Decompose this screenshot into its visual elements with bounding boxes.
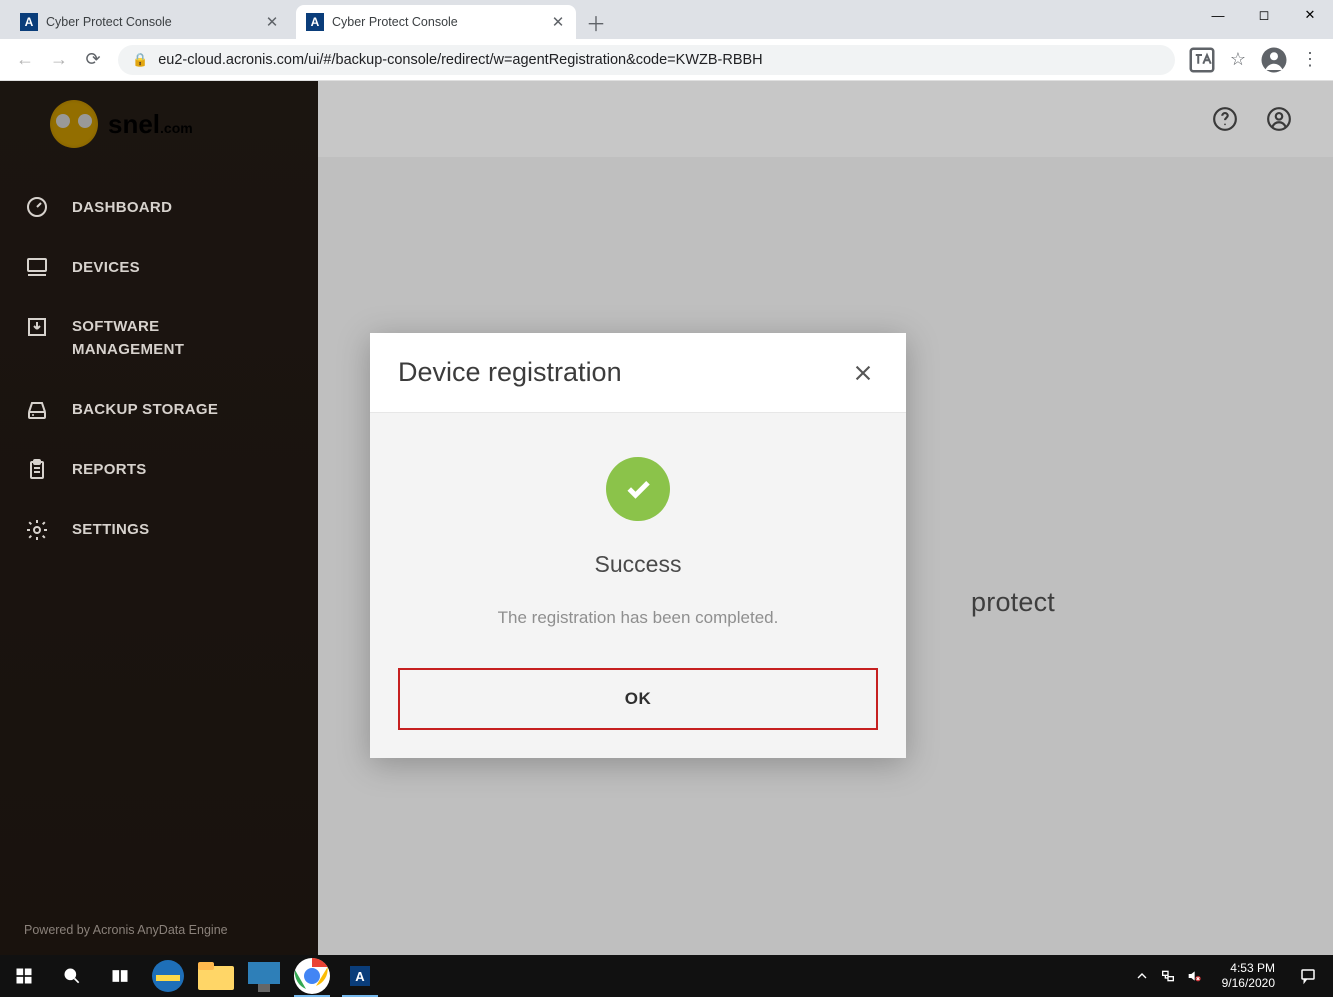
clipboard-icon [24,458,50,482]
taskbar-search-button[interactable] [48,955,96,997]
modal-status-title: Success [398,551,878,578]
success-check-icon [606,457,670,521]
windows-taskbar: A 4:53 PM 9/16/2020 [0,955,1333,997]
modal-body: Success The registration has been comple… [370,413,906,758]
modal-close-button[interactable] [848,358,878,388]
tab-close-icon[interactable]: ✕ [550,14,566,30]
sidebar-item-label: DASHBOARD [72,199,172,216]
close-icon [852,362,874,384]
ok-button-label: OK [625,689,652,708]
tab-favicon-acronis-icon: A [306,13,324,31]
sidebar-item-dashboard[interactable]: DASHBOARD [0,177,318,237]
background-text-fragment: protect [971,587,1055,618]
taskbar-app-chrome[interactable] [288,955,336,997]
window-minimize-button[interactable]: — [1195,0,1241,30]
account-icon[interactable] [1265,105,1293,133]
taskbar-app-acronis[interactable]: A [336,955,384,997]
sidebar-item-backup-storage[interactable]: BACKUP STORAGE [0,380,318,440]
tray-chevron-up-icon[interactable] [1134,968,1150,984]
gear-icon [24,518,50,542]
translate-icon[interactable] [1187,45,1217,75]
profile-avatar-icon[interactable] [1259,45,1289,75]
sidebar-item-settings[interactable]: SETTINGS [0,500,318,560]
address-bar[interactable]: 🔒 eu2-cloud.acronis.com/ui/#/backup-cons… [118,45,1175,75]
app-topbar [318,81,1333,157]
sidebar-item-label: DEVICES [72,259,140,276]
window-controls: — ◻ ✕ [1195,0,1333,39]
tab-title: Cyber Protect Console [46,15,264,29]
browser-tab-strip: A Cyber Protect Console ✕ A Cyber Protec… [0,0,1333,39]
new-tab-button[interactable]: ＋ [582,8,610,36]
modal-title: Device registration [398,357,622,388]
sidebar-item-reports[interactable]: REPORTS [0,440,318,500]
sidebar-item-software-management[interactable]: SOFTWAREMANAGEMENT [0,297,318,380]
bookmark-star-icon[interactable]: ☆ [1223,45,1253,75]
chrome-menu-icon[interactable]: ⋮ [1295,45,1325,75]
window-maximize-button[interactable]: ◻ [1241,0,1287,30]
sidebar-item-devices[interactable]: DEVICES [0,237,318,297]
device-registration-modal: Device registration Success The registra… [370,333,906,758]
monitor-icon [24,255,50,279]
browser-tab-1[interactable]: A Cyber Protect Console ✕ [296,5,576,39]
sidebar-footer-text: Powered by Acronis AnyData Engine [24,923,228,937]
ok-button[interactable]: OK [398,668,878,730]
taskbar-date: 9/16/2020 [1222,976,1275,991]
taskbar-app-file-explorer[interactable] [192,955,240,997]
modal-message: The registration has been completed. [398,608,878,628]
tab-title: Cyber Protect Console [332,15,550,29]
sidebar-nav: DASHBOARD DEVICES SOFTWAREMANAGEMENT [0,177,318,560]
tray-volume-muted-icon[interactable] [1186,968,1202,984]
taskbar-action-center-button[interactable] [1287,955,1329,997]
nav-back-button[interactable]: ← [8,43,42,77]
sidebar: snel.com DASHBOARD DEVICES [0,81,318,955]
window-close-button[interactable]: ✕ [1287,0,1333,30]
nav-reload-button[interactable]: ⟳ [76,43,110,77]
start-button[interactable] [0,955,48,997]
taskbar-clock[interactable]: 4:53 PM 9/16/2020 [1212,961,1285,991]
browser-toolbar: ← → ⟳ 🔒 eu2-cloud.acronis.com/ui/#/backu… [0,39,1333,81]
nav-forward-button[interactable]: → [42,43,76,77]
download-box-icon [24,315,50,339]
taskbar-app-generic[interactable] [240,955,288,997]
sidebar-item-label: BACKUP STORAGE [72,401,218,418]
gauge-icon [24,195,50,219]
system-tray[interactable] [1126,968,1210,984]
tab-close-icon[interactable]: ✕ [264,14,280,30]
hard-drive-icon [24,398,50,422]
modal-header: Device registration [370,333,906,413]
tray-network-icon[interactable] [1160,968,1176,984]
lock-icon: 🔒 [132,52,148,68]
sidebar-item-label: SOFTWAREMANAGEMENT [72,315,184,362]
url-text: eu2-cloud.acronis.com/ui/#/backup-consol… [158,52,762,68]
tab-favicon-acronis-icon: A [20,13,38,31]
browser-tab-0[interactable]: A Cyber Protect Console ✕ [10,5,290,39]
taskbar-app-ie[interactable] [144,955,192,997]
app-viewport: snel.com DASHBOARD DEVICES [0,81,1333,955]
help-icon[interactable] [1211,105,1239,133]
sidebar-item-label: REPORTS [72,461,147,478]
task-view-button[interactable] [96,955,144,997]
taskbar-time: 4:53 PM [1222,961,1275,976]
sidebar-item-label: SETTINGS [72,521,149,538]
